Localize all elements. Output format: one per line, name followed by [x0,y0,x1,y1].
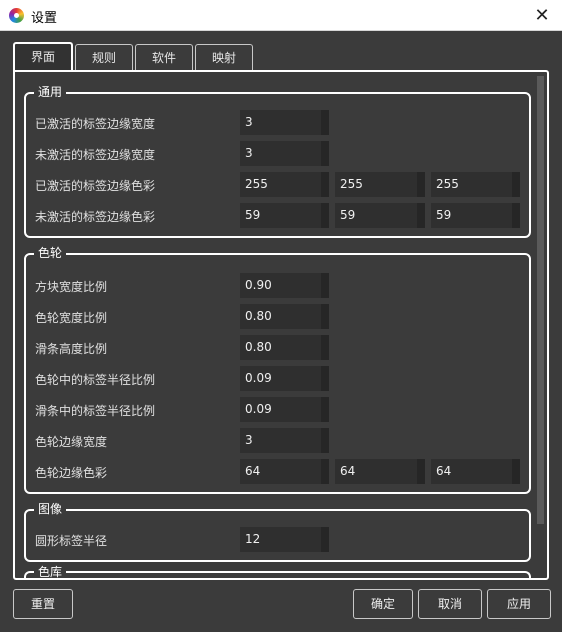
tab-mapping[interactable]: 映射 [195,44,254,71]
label-wheel-width-ratio: 色轮宽度比例 [35,311,108,325]
group-title-color-wheel: 色轮 [34,246,67,260]
row-wheel-tag-radius-ratio: 色轮中的标签半径比例 0.09 [26,366,529,392]
label-wheel-tag-radius-ratio: 色轮中的标签半径比例 [35,373,156,387]
label-inactive-tag-border-width: 未激活的标签边缘宽度 [35,148,156,162]
group-title-image: 图像 [34,502,67,516]
row-slider-tag-radius-ratio: 滑条中的标签半径比例 0.09 [26,397,529,423]
input-wheel-color-r[interactable]: 64 [240,459,329,484]
tab-interface[interactable]: 界面 [13,42,74,71]
input-inactive-tag-border-width[interactable]: 3 [240,141,329,166]
group-title-general: 通用 [34,85,67,99]
window-title: 设置 [31,11,58,26]
label-wheel-border-width: 色轮边缘宽度 [35,435,108,449]
group-image: 图像 圆形标签半径 12 [24,502,531,562]
row-inactive-tag-border-color: 未激活的标签边缘色彩 59 59 59 [26,203,529,229]
input-inactive-tag-color-r[interactable]: 59 [240,203,329,228]
row-block-width-ratio: 方块宽度比例 0.90 [26,273,529,299]
group-color-depot: 色库 [24,565,531,578]
input-active-tag-color-b[interactable]: 255 [431,172,520,197]
label-slider-tag-radius-ratio: 滑条中的标签半径比例 [35,404,156,418]
ok-button[interactable]: 确定 [353,589,413,619]
input-slider-tag-radius-ratio[interactable]: 0.09 [240,397,329,422]
input-wheel-color-b[interactable]: 64 [431,459,520,484]
label-inactive-tag-border-color: 未激活的标签边缘色彩 [35,210,156,224]
row-circle-tag-radius: 圆形标签半径 12 [26,527,529,553]
input-circle-tag-radius[interactable]: 12 [240,527,329,552]
input-inactive-tag-color-b[interactable]: 59 [431,203,520,228]
label-active-tag-border-width: 已激活的标签边缘宽度 [35,117,156,131]
close-button[interactable]: ✕ [522,0,562,31]
row-inactive-tag-border-width: 未激活的标签边缘宽度 3 [26,141,529,167]
settings-panel: 通用 已激活的标签边缘宽度 3 未激活的标签边缘宽度 3 已激活的标签边缘色彩 … [13,70,549,580]
label-slider-height-ratio: 滑条高度比例 [35,342,108,356]
row-wheel-border-width: 色轮边缘宽度 3 [26,428,529,454]
input-wheel-width-ratio[interactable]: 0.80 [240,304,329,329]
tab-software[interactable]: 软件 [135,44,194,71]
input-slider-height-ratio[interactable]: 0.80 [240,335,329,360]
input-active-tag-color-r[interactable]: 255 [240,172,329,197]
group-color-wheel: 色轮 方块宽度比例 0.90 色轮宽度比例 0.80 滑条高度比例 0.80 色… [24,246,531,494]
label-block-width-ratio: 方块宽度比例 [35,280,108,294]
reset-button[interactable]: 重置 [13,589,73,619]
input-wheel-border-width[interactable]: 3 [240,428,329,453]
input-block-width-ratio[interactable]: 0.90 [240,273,329,298]
apply-button[interactable]: 应用 [487,589,551,619]
input-active-tag-border-width[interactable]: 3 [240,110,329,135]
group-general: 通用 已激活的标签边缘宽度 3 未激活的标签边缘宽度 3 已激活的标签边缘色彩 … [24,85,531,238]
cancel-button[interactable]: 取消 [418,589,482,619]
label-active-tag-border-color: 已激活的标签边缘色彩 [35,179,156,193]
row-active-tag-border-color: 已激活的标签边缘色彩 255 255 255 [26,172,529,198]
input-wheel-tag-radius-ratio[interactable]: 0.09 [240,366,329,391]
group-title-color-depot: 色库 [34,565,67,578]
row-slider-height-ratio: 滑条高度比例 0.80 [26,335,529,361]
label-wheel-border-color: 色轮边缘色彩 [35,466,108,480]
input-inactive-tag-color-g[interactable]: 59 [335,203,425,228]
tab-rules[interactable]: 规则 [75,44,134,71]
row-active-tag-border-width: 已激活的标签边缘宽度 3 [26,110,529,136]
row-wheel-width-ratio: 色轮宽度比例 0.80 [26,304,529,330]
label-circle-tag-radius: 圆形标签半径 [35,534,108,548]
input-wheel-color-g[interactable]: 64 [335,459,425,484]
title-bar: 设置 ✕ [0,0,562,31]
color-wheel-icon [9,8,24,23]
tab-bar: 界面 规则 软件 映射 [13,42,255,71]
input-active-tag-color-g[interactable]: 255 [335,172,425,197]
row-wheel-border-color: 色轮边缘色彩 64 64 64 [26,459,529,485]
vertical-scrollbar[interactable] [537,76,544,524]
